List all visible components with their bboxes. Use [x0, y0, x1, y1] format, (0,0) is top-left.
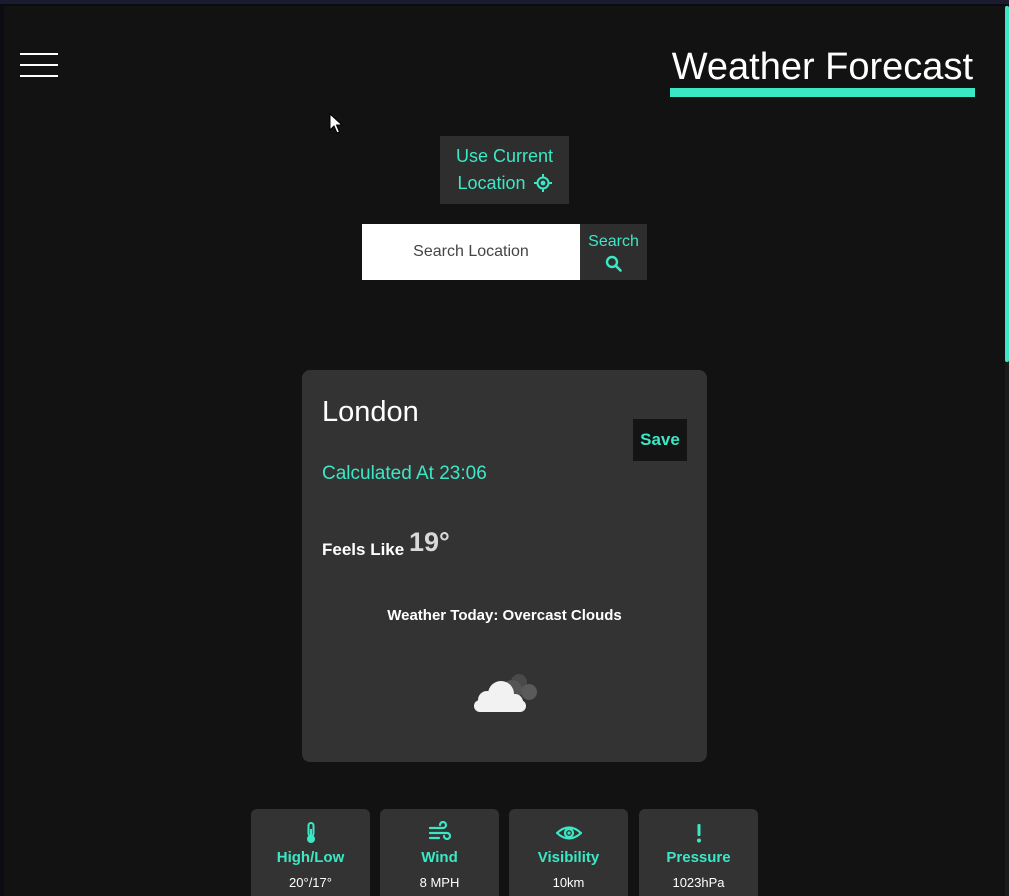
stat-label: Pressure [666, 849, 731, 866]
stat-label: Wind [421, 849, 458, 866]
feels-like-label: Feels Like [322, 540, 405, 559]
stat-label: Visibility [537, 849, 600, 866]
stat-value: 20°/17° [289, 875, 332, 890]
city-name: London [322, 396, 419, 428]
stat-high-low: High/Low 20°/17° [251, 809, 370, 896]
search-button-label: Search [588, 233, 639, 250]
wind-icon [428, 821, 451, 841]
weather-card: London Save Calculated At 23:06 Feels Li… [302, 370, 707, 762]
stat-wind: Wind 8 MPH [380, 809, 499, 896]
stat-value: 10km [552, 875, 585, 890]
use-current-location-button[interactable]: Use Current Location [440, 136, 569, 204]
weather-description: Weather Today: Overcast Clouds [387, 607, 622, 624]
thermometer-icon [306, 822, 315, 843]
crosshair-location-icon [533, 174, 552, 192]
stat-visibility: Visibility 10km [509, 809, 628, 896]
title-underline [669, 88, 975, 97]
mouse-cursor-icon [329, 113, 343, 134]
save-button[interactable]: Save [633, 419, 687, 461]
use-current-location-label-line1: Use Current [455, 146, 554, 166]
use-current-location-label-line2: Location [457, 173, 526, 193]
exclamation-icon [696, 824, 701, 843]
stat-value: 1023hPa [672, 875, 725, 890]
stat-value: 8 MPH [419, 875, 460, 890]
eye-icon [555, 826, 582, 840]
header-title-block: Weather Forecast [669, 46, 975, 97]
app-container: Weather Forecast Use Current Location Se… [4, 6, 1005, 896]
feels-like-value: 19° [409, 527, 450, 557]
menu-bar-icon [20, 53, 58, 55]
search-button[interactable]: Search [580, 224, 647, 280]
scrollbar-thumb[interactable] [1005, 6, 1009, 362]
menu-bar-icon [20, 75, 58, 77]
calculated-at-text: Calculated At 23:06 [322, 463, 487, 484]
hamburger-menu-button[interactable] [20, 53, 58, 79]
window-top-strip [0, 0, 1009, 4]
overcast-clouds-icon [474, 674, 537, 712]
page-title: Weather Forecast [671, 46, 973, 88]
search-icon [605, 255, 622, 272]
stat-label: High/Low [276, 849, 345, 866]
search-location-input[interactable] [362, 224, 580, 280]
stat-pressure: Pressure 1023hPa [639, 809, 758, 896]
menu-bar-icon [20, 64, 58, 66]
